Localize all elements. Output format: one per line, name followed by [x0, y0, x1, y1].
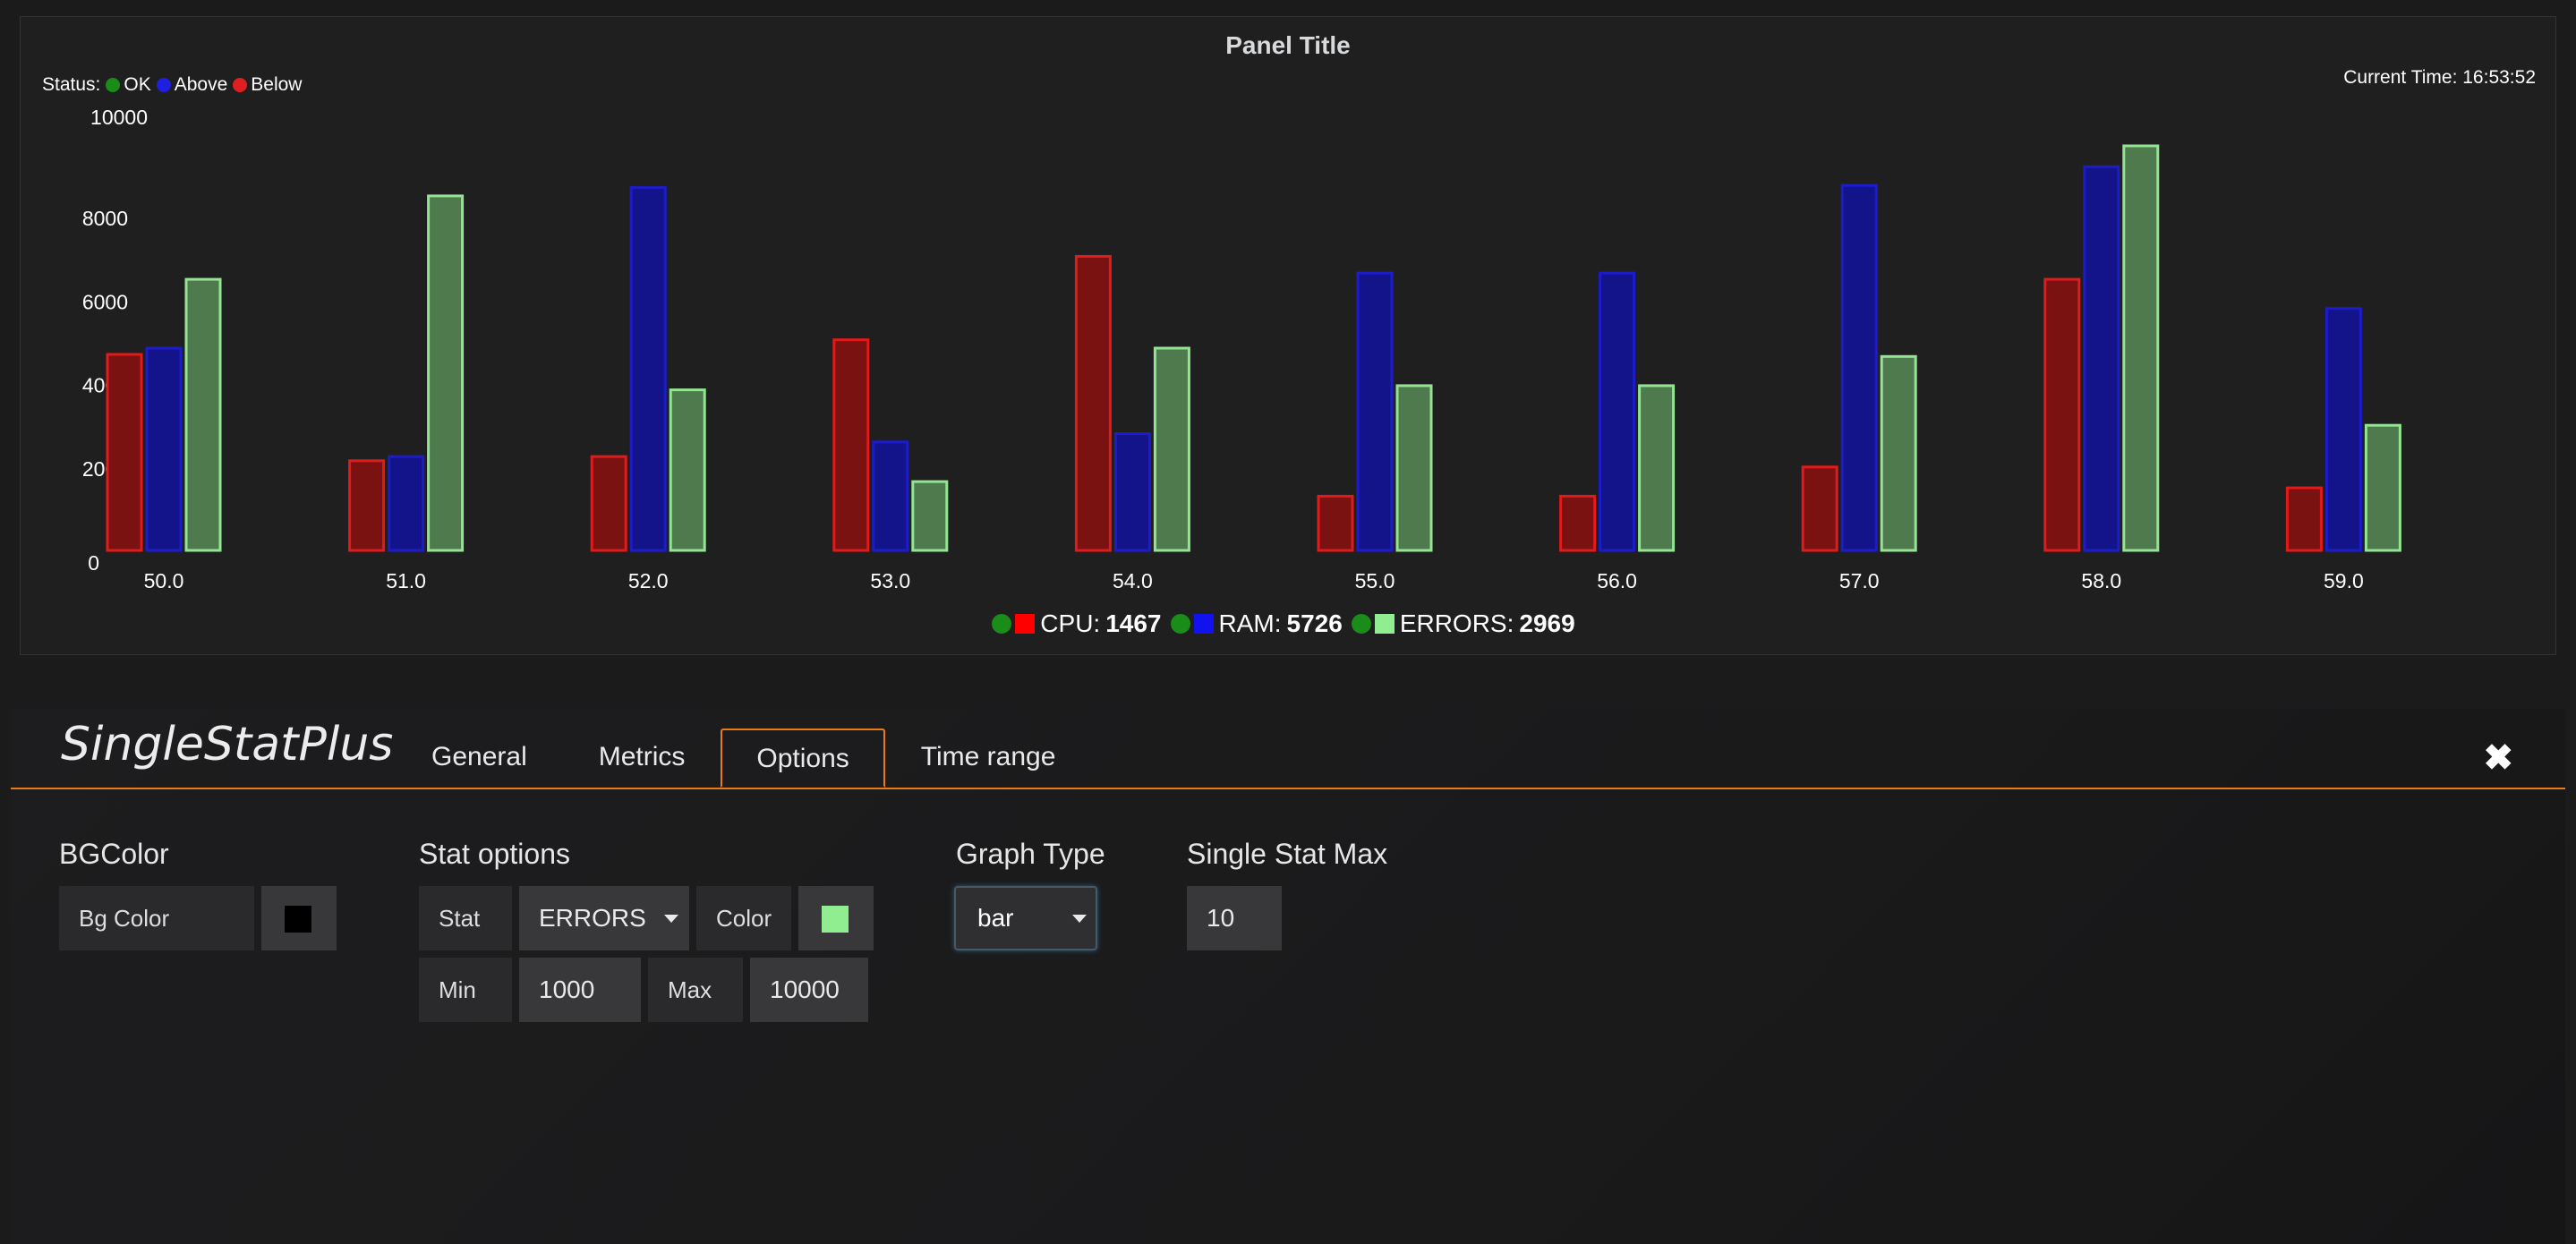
stat-select[interactable]: ERRORS [519, 886, 689, 950]
min-input[interactable]: 1000 [519, 958, 641, 1022]
single-stat-max-section-title: Single Stat Max [1187, 838, 1388, 870]
bar-ram-57.0[interactable] [1840, 183, 1878, 552]
legend-item-cpu[interactable]: CPU: 1467 [992, 609, 1162, 638]
editor-title: SingleStatPlus [61, 718, 394, 771]
stat-color-swatch [822, 906, 849, 933]
bar-cpu-56.0[interactable] [1559, 494, 1597, 552]
stat-options-section-title: Stat options [419, 838, 570, 870]
bar-errors-57.0[interactable] [1880, 354, 1917, 552]
x-tick-label: 58.0 [2081, 569, 2121, 592]
x-tick-label: 53.0 [870, 569, 910, 592]
bar-errors-51.0[interactable] [427, 194, 465, 552]
bar-errors-52.0[interactable] [669, 388, 706, 552]
bar-ram-55.0[interactable] [1356, 271, 1394, 552]
legend-item-ram[interactable]: RAM: 5726 [1170, 609, 1343, 638]
x-tick-label: 50.0 [144, 569, 184, 592]
legend-ram-swatch [1193, 614, 1214, 634]
bar-cpu-50.0[interactable] [106, 353, 143, 552]
legend-cpu-name: CPU [1040, 609, 1094, 637]
bar-ram-58.0[interactable] [2083, 165, 2120, 552]
bg-color-swatch [285, 906, 311, 933]
bar-errors-56.0[interactable] [1638, 384, 1676, 552]
bar-errors-54.0[interactable] [1153, 346, 1190, 552]
graph-type-section-title: Graph Type [956, 838, 1105, 870]
legend-ram-status-dot-icon [1170, 614, 1190, 634]
editor-tabs: General Metrics Options Time range [396, 727, 1092, 788]
bar-ram-50.0[interactable] [145, 346, 183, 552]
legend-errors-name: ERRORS [1399, 609, 1507, 637]
close-icon[interactable]: ✖ [2483, 737, 2513, 779]
min-label: Min [419, 958, 512, 1022]
bar-errors-58.0[interactable] [2122, 144, 2160, 552]
bar-cpu-51.0[interactable] [348, 459, 386, 552]
tab-options[interactable]: Options [721, 729, 885, 788]
bg-color-label: Bg Color [59, 886, 254, 950]
stat-label: Stat [419, 886, 512, 950]
bar-errors-59.0[interactable] [2364, 423, 2401, 552]
chart-legend: CPU: 1467 RAM: 5726 ERRORS: 2969 [21, 609, 2555, 638]
legend-errors-swatch [1374, 614, 1395, 634]
legend-cpu-value: 1467 [1105, 609, 1162, 637]
bar-errors-53.0[interactable] [911, 480, 949, 552]
max-label: Max [648, 958, 743, 1022]
x-tick-label: 56.0 [1597, 569, 1637, 592]
bar-cpu-58.0[interactable] [2043, 277, 2081, 552]
bar-ram-51.0[interactable] [388, 455, 425, 552]
max-input[interactable]: 10000 [750, 958, 868, 1022]
single-stat-max-input[interactable]: 10 [1187, 886, 1282, 950]
tab-underline [11, 788, 2565, 789]
bar-ram-52.0[interactable] [629, 186, 667, 552]
stat-color-picker[interactable] [798, 886, 874, 950]
bar-cpu-55.0[interactable] [1317, 494, 1354, 552]
graph-panel: Panel Title Status: OK Above Below Curre… [20, 16, 2556, 655]
bar-ram-56.0[interactable] [1599, 271, 1636, 552]
tab-general[interactable]: General [396, 727, 563, 786]
bar-chart: 020004000600080001000050.0 51.0 52.0 53.0 54… [82, 106, 2401, 592]
bar-ram-59.0[interactable] [2324, 307, 2362, 552]
bar-cpu-57.0[interactable] [1801, 465, 1838, 552]
legend-errors-status-dot-icon [1351, 614, 1371, 634]
x-tick-label: 59.0 [2324, 569, 2364, 592]
stat-select-value: ERRORS [539, 904, 646, 932]
x-tick-label: 55.0 [1355, 569, 1395, 592]
bar-errors-50.0[interactable] [184, 277, 222, 552]
legend-cpu-swatch [1015, 614, 1036, 634]
bar-errors-55.0[interactable] [1395, 384, 1433, 552]
x-tick-label: 52.0 [628, 569, 669, 592]
bgcolor-section-title: BGColor [59, 838, 169, 870]
bar-cpu-54.0[interactable] [1074, 254, 1112, 552]
legend-cpu-status-dot-icon [992, 614, 1012, 634]
chevron-down-icon [664, 915, 678, 923]
y-tick-label: 10000 [90, 106, 148, 129]
bar-cpu-52.0[interactable] [590, 455, 627, 552]
bg-color-picker[interactable] [261, 886, 337, 950]
panel-editor: SingleStatPlus General Metrics Options T… [11, 709, 2565, 1244]
legend-errors-value: 2969 [1519, 609, 1575, 637]
bar-cpu-53.0[interactable] [832, 338, 870, 552]
tab-time-range[interactable]: Time range [885, 727, 1092, 786]
graph-type-select[interactable]: bar [954, 886, 1097, 950]
bar-ram-53.0[interactable] [872, 440, 909, 552]
legend-ram-value: 5726 [1286, 609, 1343, 637]
legend-item-errors[interactable]: ERRORS: 2969 [1351, 609, 1575, 638]
chevron-down-icon [1072, 915, 1087, 923]
x-tick-label: 51.0 [386, 569, 426, 592]
legend-ram-name: RAM [1218, 609, 1275, 637]
bar-ram-54.0[interactable] [1113, 432, 1151, 552]
y-tick-label: 8000 [82, 207, 128, 230]
y-tick-label: 6000 [82, 290, 128, 313]
graph-type-value: bar [977, 904, 1014, 932]
x-tick-label: 54.0 [1113, 569, 1153, 592]
y-tick-label: 0 [88, 551, 99, 575]
color-label: Color [696, 886, 791, 950]
tab-metrics[interactable]: Metrics [563, 727, 721, 786]
bar-cpu-59.0[interactable] [2285, 486, 2323, 552]
x-tick-label: 57.0 [1839, 569, 1880, 592]
